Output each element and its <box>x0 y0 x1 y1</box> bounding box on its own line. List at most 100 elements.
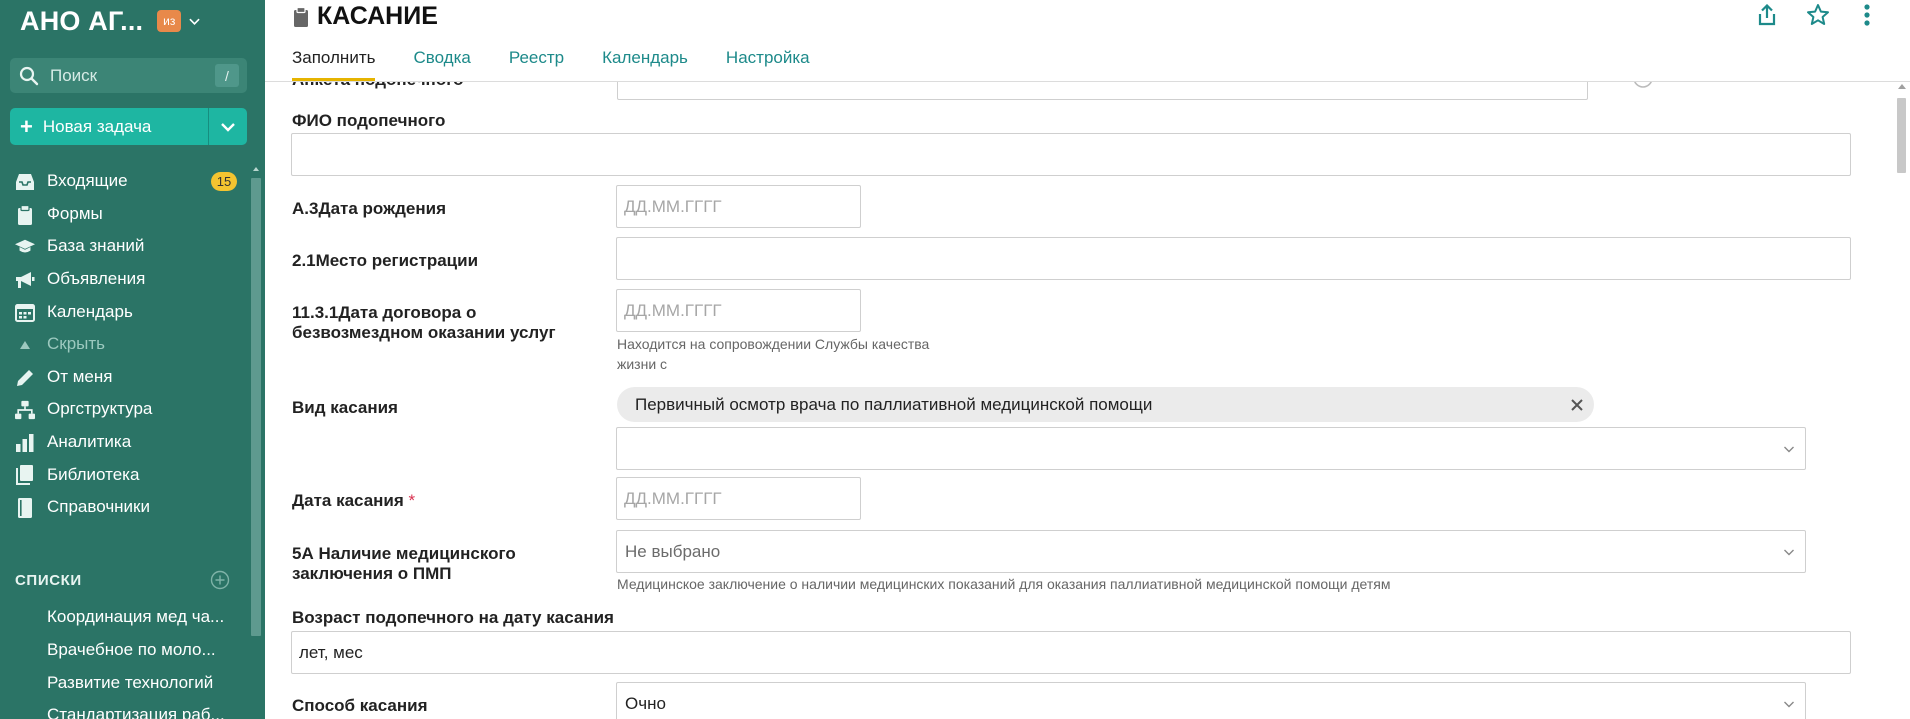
registration-input[interactable] <box>616 237 1851 280</box>
fio-input[interactable] <box>291 133 1851 176</box>
clipboard-icon <box>15 204 35 225</box>
pmp-conclusion-select[interactable]: Не выбрано <box>616 530 1806 573</box>
sidebar-item-from-me[interactable]: От меня <box>0 361 250 394</box>
sidebar-item-calendar[interactable]: Календарь <box>0 295 250 328</box>
collapse-arrow-icon <box>15 335 35 355</box>
list-item[interactable]: Развитие технологий <box>47 673 213 693</box>
sidebar-item-org-structure[interactable]: Оргструктура <box>0 393 250 426</box>
plus-icon: + <box>20 113 33 139</box>
sidebar-item-label: Аналитика <box>47 432 132 452</box>
chip-label: Первичный осмотр врача по паллиативной м… <box>635 394 1153 414</box>
touch-date-input[interactable] <box>616 477 861 520</box>
birth-date-input[interactable] <box>616 185 861 228</box>
external-link-icon[interactable] <box>1632 82 1654 89</box>
lists-heading: СПИСКИ <box>15 572 82 589</box>
chevron-down-icon <box>221 122 235 132</box>
sidebar-item-references[interactable]: Справочники <box>0 491 250 524</box>
sidebar-item-announcements[interactable]: Объявления <box>0 263 250 296</box>
org-switcher[interactable]: АНО АГ... из <box>20 4 200 38</box>
list-item[interactable]: Врачебное по моло... <box>47 640 216 660</box>
field-label-birth-date: А.3Дата рождения <box>292 199 447 218</box>
sidebar-item-forms[interactable]: Формы <box>0 198 250 231</box>
sidebar-item-library[interactable]: Библиотека <box>0 458 250 491</box>
field-label-touch-type: Вид касания <box>292 398 398 417</box>
field-label-registration: 2.1Место регистрации <box>292 251 479 270</box>
book-icon <box>15 497 35 518</box>
page-title: КАСАНИЕ <box>317 2 438 30</box>
bar-chart-icon <box>15 433 35 453</box>
search-icon <box>19 66 39 85</box>
chevron-down-icon <box>1784 549 1794 556</box>
field-label-fio: ФИО подопечного <box>292 111 446 130</box>
main-scrollbar-thumb[interactable] <box>1897 98 1906 173</box>
more-options-button[interactable] <box>1854 2 1880 28</box>
field-label-text: Дата касания <box>292 491 404 510</box>
sidebar-item-label: Оргструктура <box>47 399 153 419</box>
remove-chip-button[interactable] <box>1567 395 1586 414</box>
sidebar-item-label: Календарь <box>47 301 133 321</box>
inbox-count-badge: 15 <box>211 172 237 191</box>
graduation-cap-icon <box>15 237 35 257</box>
touch-type-select[interactable] <box>616 427 1806 470</box>
touch-method-select[interactable]: Очно <box>616 682 1806 719</box>
share-icon <box>1758 4 1776 26</box>
org-name: АНО АГ... <box>20 5 144 36</box>
hint-line: жизни с <box>617 356 668 372</box>
page-header: КАСАНИЕ Заполнить Сводка Реестр Календар… <box>265 0 1910 82</box>
add-list-icon[interactable] <box>210 570 230 590</box>
org-structure-icon <box>15 400 35 420</box>
contract-date-input[interactable] <box>616 289 861 332</box>
chevron-down-icon <box>1784 446 1794 453</box>
sidebar-item-label: Библиотека <box>47 464 140 484</box>
hint-line: Находится на сопровождении Службы качест… <box>617 336 930 352</box>
tab-summary[interactable]: Сводка <box>413 48 470 68</box>
tab-fill[interactable]: Заполнить <box>292 48 376 81</box>
clipboard-icon <box>294 6 308 27</box>
sidebar-item-label: Объявления <box>47 269 146 289</box>
star-icon <box>1807 4 1829 25</box>
org-badge: из <box>157 10 182 32</box>
calendar-icon <box>15 302 35 322</box>
list-item[interactable]: Координация мед ча... <box>47 607 224 627</box>
sidebar-item-knowledge-base[interactable]: База знаний <box>0 230 250 263</box>
new-task-control: + Новая задача <box>10 108 247 145</box>
tab-registry[interactable]: Реестр <box>509 48 564 68</box>
age-input[interactable] <box>291 631 1851 674</box>
new-task-button[interactable]: + Новая задача <box>10 108 208 145</box>
close-icon <box>1570 398 1583 411</box>
chevron-down-icon <box>189 18 200 25</box>
sidebar-item-label: База знаний <box>47 236 145 256</box>
new-task-dropdown-button[interactable] <box>209 108 247 145</box>
field-label-line: заключения о ПМП <box>292 564 452 583</box>
field-label-touch-method: Способ касания <box>292 696 428 715</box>
field-label-questionnaire: Анкета подопечного <box>292 82 463 90</box>
sidebar-nav: Входящие 15 Формы База знаний Объявления… <box>0 165 250 524</box>
sidebar: АНО АГ... из / + Новая задача Входящие 1… <box>0 0 265 719</box>
favorite-button[interactable] <box>1805 2 1831 28</box>
sidebar-item-hide[interactable]: Скрыть <box>0 328 250 361</box>
questionnaire-select[interactable] <box>617 82 1588 100</box>
list-item[interactable]: Стандартизация раб... <box>47 705 225 719</box>
new-task-label: Новая задача <box>42 116 152 136</box>
sidebar-item-label: От меня <box>47 366 113 386</box>
share-button[interactable] <box>1754 2 1780 28</box>
sidebar-item-inbox[interactable]: Входящие 15 <box>0 165 250 198</box>
field-label-touch-date: Дата касания * <box>292 491 415 511</box>
search-shortcut-hint: / <box>215 64 239 87</box>
sidebar-scrollbar-thumb[interactable] <box>251 178 261 636</box>
chevron-down-icon <box>1784 701 1794 708</box>
megaphone-icon <box>15 270 35 290</box>
page-title-area: КАСАНИЕ <box>293 2 438 31</box>
more-vertical-icon <box>1864 4 1870 26</box>
tab-calendar[interactable]: Календарь <box>602 48 688 68</box>
search-input[interactable] <box>48 64 212 87</box>
main-scroll-up-arrow[interactable] <box>1898 84 1906 89</box>
sidebar-scroll-up-arrow[interactable] <box>253 167 259 171</box>
field-label-line: 5А Наличие медицинского <box>292 544 516 563</box>
sidebar-item-analytics[interactable]: Аналитика <box>0 426 250 459</box>
field-label-pmp-conclusion: 5А Наличие медицинского заключения о ПМП <box>292 544 516 584</box>
tab-settings[interactable]: Настройка <box>726 48 810 68</box>
inbox-icon <box>15 172 35 192</box>
select-value: Не выбрано <box>625 541 721 561</box>
view-tabs: Заполнить Сводка Реестр Календарь Настро… <box>292 48 848 81</box>
